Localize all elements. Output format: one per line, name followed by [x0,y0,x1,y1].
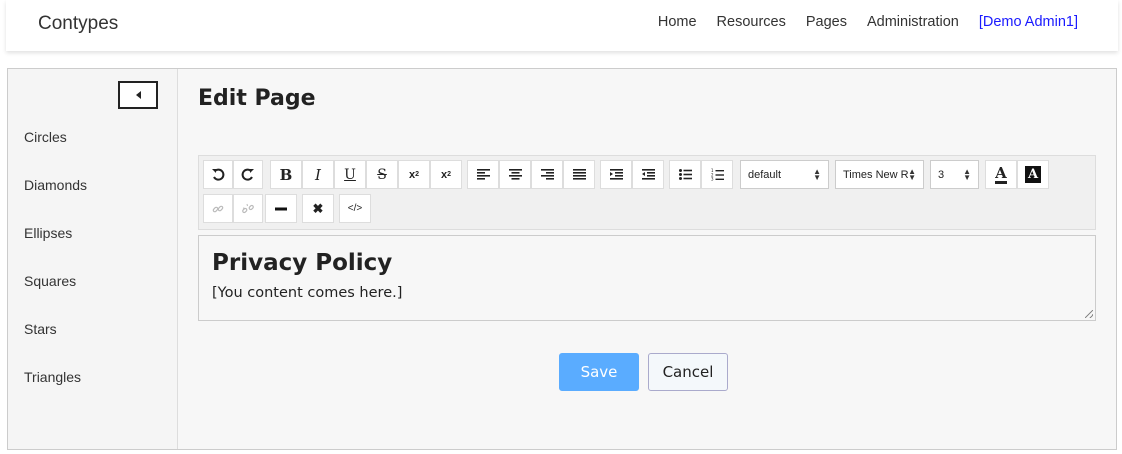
remove-format-icon[interactable]: ✖ [302,194,334,223]
user-menu-link[interactable]: [Demo Admin1] [979,14,1078,30]
link-icon[interactable] [203,194,233,223]
top-navbar: Contypes Home Resources Pages Administra… [6,0,1118,51]
highlight-color-icon[interactable]: A [1017,160,1049,189]
font-color-icon[interactable]: A [985,160,1017,189]
caret-left-icon [135,91,141,99]
svg-text:3: 3 [711,177,714,181]
underline-icon[interactable]: U [334,160,366,189]
editor-body-text[interactable]: [You content comes here.] [212,285,402,301]
nav-pages[interactable]: Pages [806,14,847,30]
align-center-icon[interactable] [499,160,531,189]
sidebar-item-squares[interactable]: Squares [24,273,87,321]
sidebar-item-ellipses[interactable]: Ellipses [24,225,87,273]
brand-logo[interactable]: Contypes [38,13,118,35]
font-size-select[interactable]: 3 ▲ ▼ [930,160,979,189]
bullet-list-icon[interactable] [669,160,701,189]
editor-toolbar: B I U S x2 x2 1 2 3 default ▲ ▼ Times Ne… [198,155,1096,230]
select-arrows-icon: ▲ ▼ [963,167,971,182]
sidebar-list: Circles Diamonds Ellipses Squares Stars … [24,129,87,417]
unlink-icon[interactable] [233,194,263,223]
sidebar-item-circles[interactable]: Circles [24,129,87,177]
nav-resources[interactable]: Resources [717,14,786,30]
content-editor[interactable]: Privacy Policy [You content comes here.] [198,235,1096,321]
sidebar: Circles Diamonds Ellipses Squares Stars … [8,69,178,449]
align-left-icon[interactable] [467,160,499,189]
select-arrows-icon: ▲ ▼ [813,167,821,182]
sidebar-item-triangles[interactable]: Triangles [24,369,87,417]
code-view-icon[interactable]: </> [339,194,371,223]
italic-icon[interactable]: I [302,160,334,189]
select-arrows-icon: ▲ ▼ [908,167,916,182]
undo-icon[interactable] [203,160,233,189]
subscript-icon[interactable]: x2 [398,160,430,189]
sidebar-item-diamonds[interactable]: Diamonds [24,177,87,225]
outdent-icon[interactable] [632,160,664,189]
font-family-select[interactable]: Times New R ▲ ▼ [835,160,924,189]
horizontal-rule-icon[interactable] [265,194,297,223]
bold-icon[interactable]: B [270,160,302,189]
nav-administration[interactable]: Administration [867,14,959,30]
content-frame: Circles Diamonds Ellipses Squares Stars … [7,68,1117,450]
format-block-select[interactable]: default ▲ ▼ [740,160,829,189]
nav-home[interactable]: Home [658,14,697,30]
numbered-list-icon[interactable]: 123 [701,160,733,189]
align-justify-icon[interactable] [563,160,595,189]
sidebar-item-stars[interactable]: Stars [24,321,87,369]
resize-handle-icon[interactable] [1085,310,1093,318]
strikethrough-icon[interactable]: S [366,160,398,189]
superscript-icon[interactable]: x2 [430,160,462,189]
cancel-button[interactable]: Cancel [648,353,728,391]
sidebar-collapse-button[interactable] [118,81,158,109]
indent-icon[interactable] [600,160,632,189]
redo-icon[interactable] [233,160,263,189]
editor-heading[interactable]: Privacy Policy [212,250,392,276]
main-nav: Home Resources Pages Administration [Dem… [638,14,1078,30]
main-panel: Edit Page B I U S x2 x2 1 2 3 default ▲ … [179,69,1116,449]
save-button[interactable]: Save [559,353,639,391]
align-right-icon[interactable] [531,160,563,189]
page-title: Edit Page [198,86,316,111]
